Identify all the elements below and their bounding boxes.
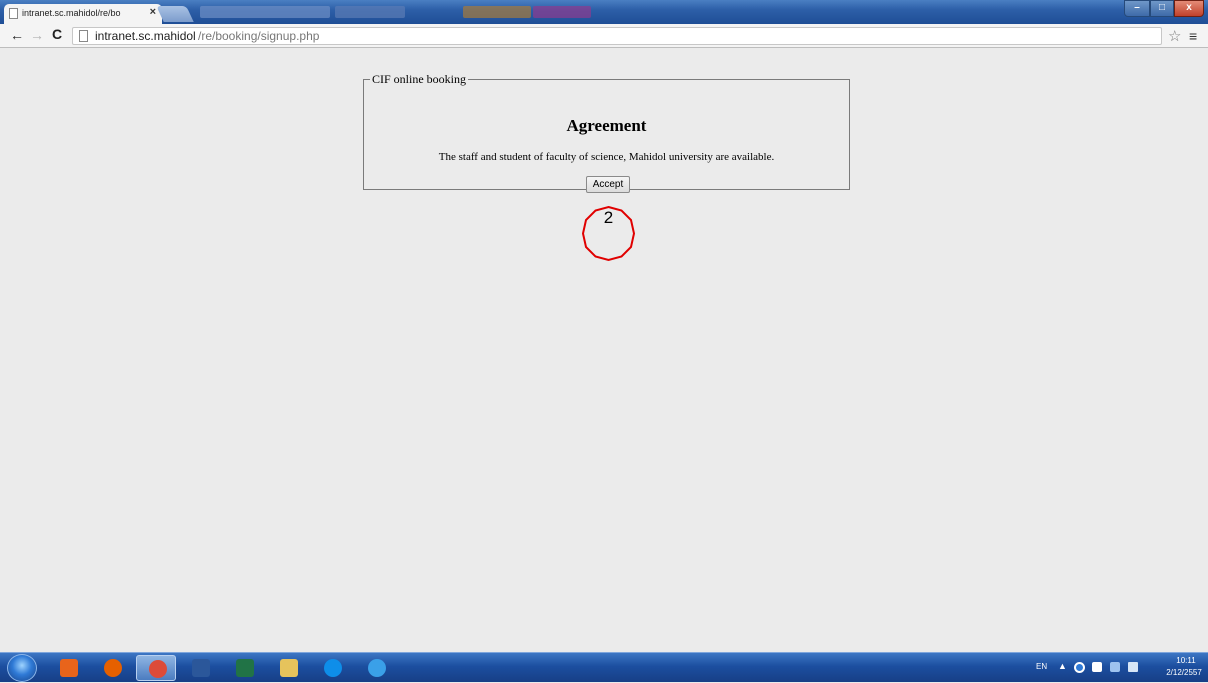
word-icon xyxy=(192,659,210,677)
back-arrow-icon[interactable]: ← xyxy=(10,27,24,43)
agreement-text: The staff and student of faculty of scie… xyxy=(438,151,775,163)
taskbar-button[interactable] xyxy=(180,655,220,681)
clock-time[interactable]: 10:11 xyxy=(1166,656,1206,665)
volume-icon[interactable] xyxy=(1128,662,1138,672)
taskbar-button[interactable] xyxy=(356,655,396,681)
forward-arrow-icon[interactable]: → xyxy=(30,27,44,43)
browser-toolbar: ← → C intranet.sc.mahidol /re/booking/si… xyxy=(0,24,1208,48)
chrome-icon xyxy=(149,660,167,678)
background-window-blur xyxy=(200,6,330,18)
url-path: /re/booking/signup.php xyxy=(198,29,320,43)
taskbar-button[interactable] xyxy=(224,655,264,681)
minimize-button[interactable]: – xyxy=(1124,0,1150,17)
reload-icon[interactable]: C xyxy=(52,26,62,42)
taskbar-button[interactable] xyxy=(48,655,88,681)
address-bar[interactable]: intranet.sc.mahidol /re/booking/signup.p… xyxy=(72,27,1162,45)
url-host: intranet.sc.mahidol xyxy=(95,29,196,43)
tray-expand-icon[interactable]: ▲ xyxy=(1058,661,1067,671)
bookmark-star-icon[interactable]: ☆ xyxy=(1168,27,1181,45)
taskbar: EN ▲ 10:11 2/12/2557 xyxy=(0,652,1208,682)
maximize-button[interactable]: □ xyxy=(1150,0,1174,17)
teamviewer-icon xyxy=(324,659,342,677)
accept-button[interactable]: Accept xyxy=(586,176,630,193)
booking-fieldset: CIF online booking Agreement The staff a… xyxy=(363,72,850,193)
file-explorer-icon xyxy=(280,659,298,677)
new-tab-button[interactable] xyxy=(156,6,194,22)
background-window-blur xyxy=(533,6,591,18)
fieldset-legend: CIF online booking xyxy=(372,72,467,86)
minimize-icon: – xyxy=(1134,2,1140,13)
page-content: CIF online booking Agreement The staff a… xyxy=(0,48,1208,652)
taskbar-button[interactable] xyxy=(136,655,176,681)
maximize-icon: □ xyxy=(1158,2,1166,13)
taskbar-button[interactable] xyxy=(92,655,132,681)
close-icon: x xyxy=(1186,2,1192,13)
tab-active[interactable]: intranet.sc.mahidol/re/bo × xyxy=(4,4,162,24)
menu-icon[interactable]: ≡ xyxy=(1189,28,1197,44)
system-tray: EN ▲ 10:11 2/12/2557 xyxy=(1028,653,1208,683)
agreement-heading: Agreement xyxy=(566,116,647,135)
title-bar: intranet.sc.mahidol/re/bo × – □ x xyxy=(0,0,1208,24)
tab-title: intranet.sc.mahidol/re/bo xyxy=(22,8,121,18)
page-icon xyxy=(79,30,88,42)
clock-date[interactable]: 2/12/2557 xyxy=(1160,668,1208,677)
taskbar-button[interactable] xyxy=(312,655,352,681)
taskbar-button[interactable] xyxy=(268,655,308,681)
excel-icon xyxy=(236,659,254,677)
annotation-marker: 2 xyxy=(580,205,637,262)
sync-icon[interactable] xyxy=(1074,662,1085,673)
tab-close-icon[interactable]: × xyxy=(150,6,156,18)
network-icon[interactable] xyxy=(1110,662,1120,672)
firefox-icon xyxy=(104,659,122,677)
media-player-icon xyxy=(60,659,78,677)
action-center-flag-icon[interactable] xyxy=(1092,662,1102,672)
background-window-blur xyxy=(335,6,405,18)
annotation-number: 2 xyxy=(603,208,614,227)
close-button[interactable]: x xyxy=(1174,0,1204,17)
internet-explorer-icon xyxy=(368,659,386,677)
background-window-blur xyxy=(463,6,531,18)
language-indicator[interactable]: EN xyxy=(1036,662,1047,671)
page-icon xyxy=(9,8,18,19)
start-button[interactable] xyxy=(7,654,37,682)
